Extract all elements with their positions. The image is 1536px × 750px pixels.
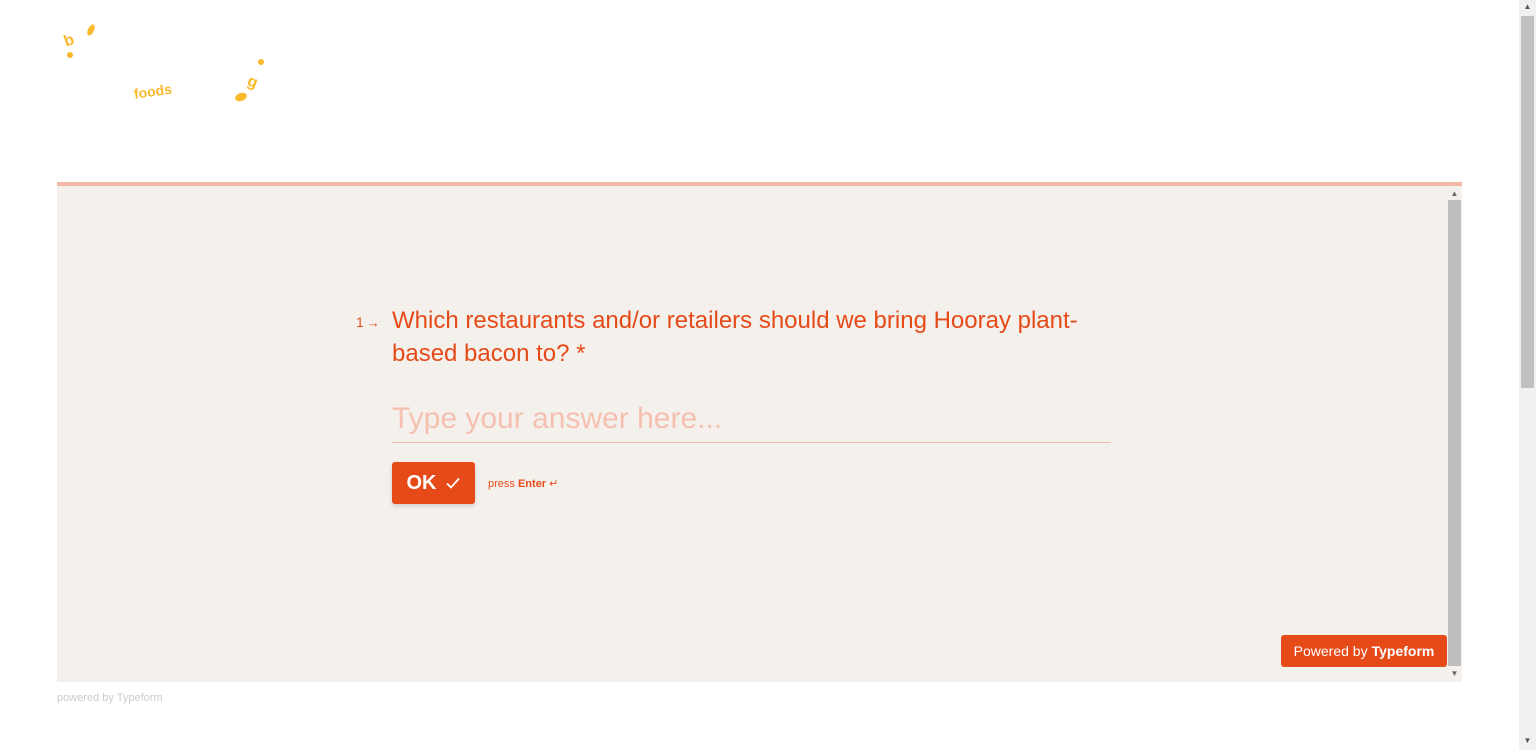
enter-icon: ↵ xyxy=(549,478,559,490)
answer-input[interactable] xyxy=(392,396,1111,443)
badge-prefix: Powered by xyxy=(1293,643,1368,659)
powered-by-footer-link[interactable]: powered by Typeform xyxy=(57,692,163,704)
badge-brand: Typeform xyxy=(1371,643,1435,659)
check-icon xyxy=(445,477,460,489)
scroll-down-icon[interactable]: ▼ xyxy=(1447,668,1462,680)
logo-text: foods xyxy=(133,81,173,102)
page-scroll-down-icon[interactable]: ▼ xyxy=(1519,736,1536,748)
form-progress-bar xyxy=(57,182,1462,186)
question-number: 1 → xyxy=(356,314,380,330)
svg-text:b: b xyxy=(62,31,77,50)
typeform-embed: 1 → Which restaurants and/or retailers s… xyxy=(57,182,1462,682)
hooray-foods-logo[interactable]: b foods g xyxy=(60,18,280,113)
embed-scrollbar[interactable]: ▲ ▼ xyxy=(1447,186,1462,682)
enter-hint: press Enter ↵ xyxy=(488,478,559,490)
svg-text:g: g xyxy=(245,73,260,92)
embed-scroll-thumb[interactable] xyxy=(1448,200,1461,666)
page-scroll-thumb[interactable] xyxy=(1521,16,1534,388)
page-scroll-up-icon[interactable]: ▲ xyxy=(1519,2,1536,14)
ok-button[interactable]: OK xyxy=(392,462,475,504)
logo-graphic: b foods g xyxy=(62,24,264,102)
powered-by-typeform-badge[interactable]: Powered by Typeform xyxy=(1281,635,1447,667)
question-text: Which restaurants and/or retailers shoul… xyxy=(392,307,1078,367)
ok-label: OK xyxy=(406,471,437,494)
scroll-up-icon[interactable]: ▲ xyxy=(1447,188,1462,200)
arrow-right-icon: → xyxy=(366,314,380,330)
page-scrollbar[interactable]: ▲ ▼ xyxy=(1519,0,1536,750)
